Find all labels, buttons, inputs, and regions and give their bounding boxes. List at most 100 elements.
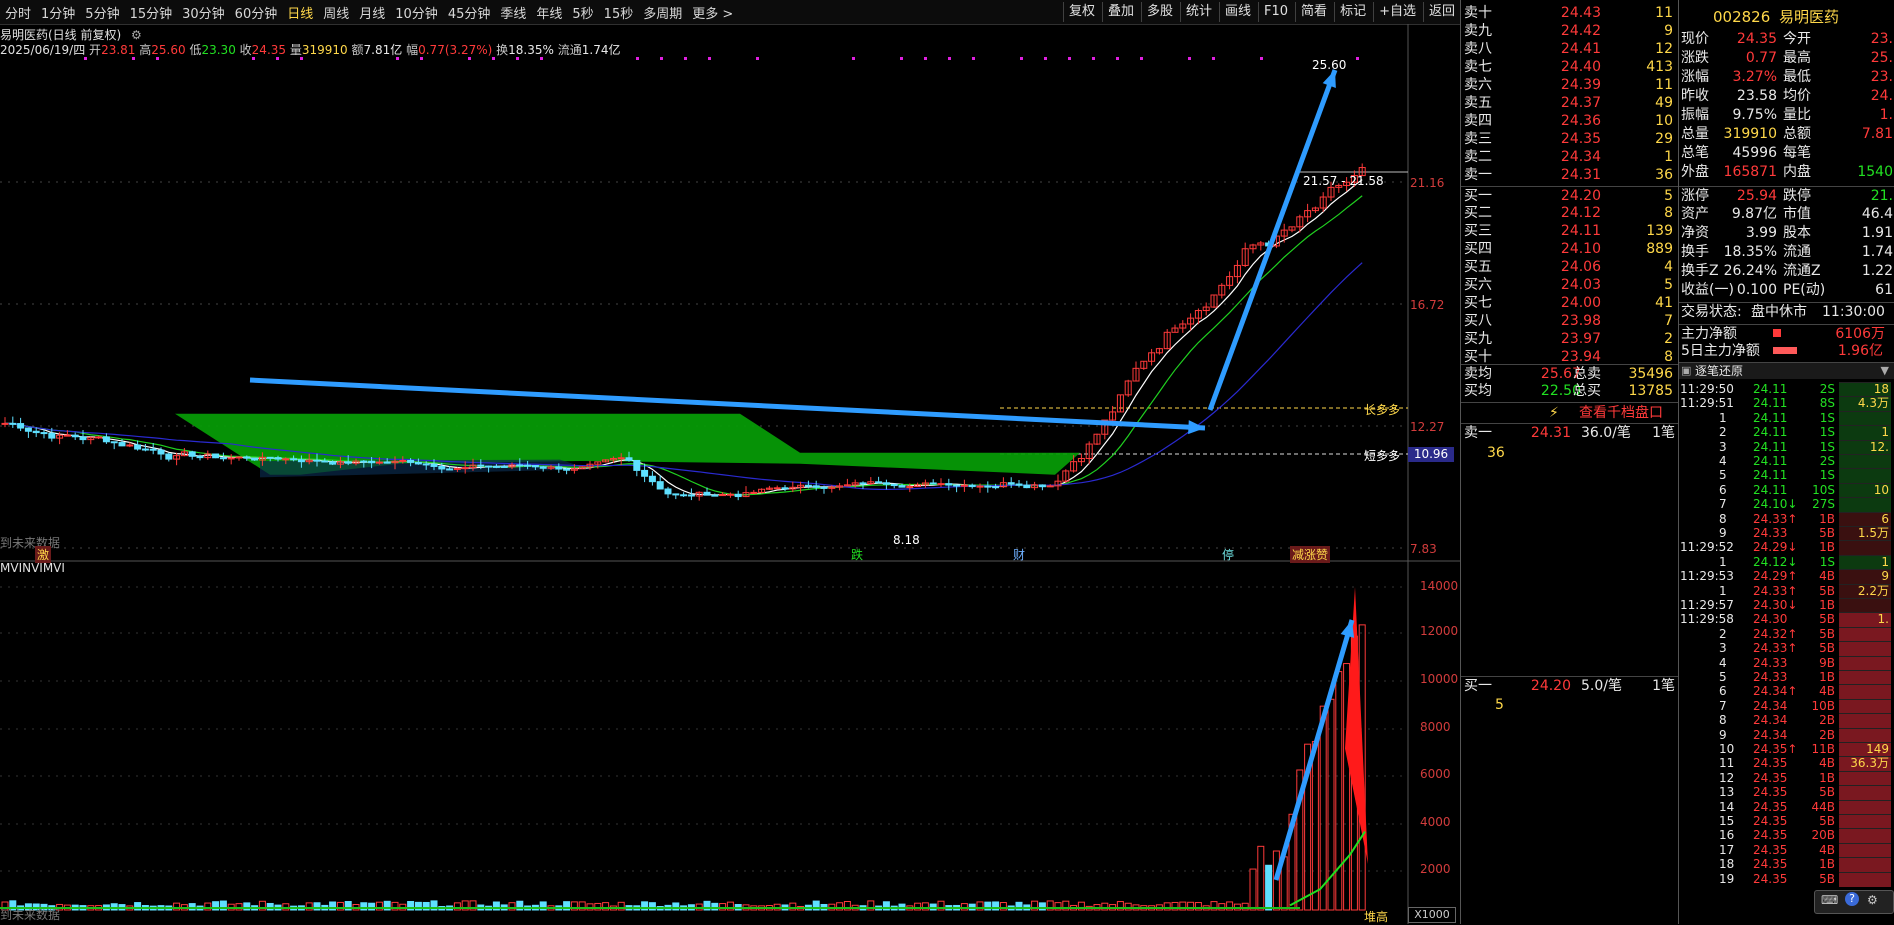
- vol-future-note: 到未来数据: [0, 906, 60, 923]
- tab-period-1[interactable]: 1分钟: [36, 3, 80, 22]
- tick-price: 24.11: [1753, 483, 1787, 497]
- tab-period-4[interactable]: 30分钟: [177, 3, 230, 22]
- ask-row[interactable]: 卖四 24.36 10: [1461, 112, 1679, 130]
- tab-period-5[interactable]: 60分钟: [230, 3, 283, 22]
- bid-price: 24.12: [1531, 204, 1601, 222]
- y-tick-2: 16.72: [1410, 298, 1444, 312]
- toolbar-button-0[interactable]: 复权: [1063, 2, 1100, 22]
- stat-row: 净资 3.99 股本 1.91: [1679, 224, 1894, 242]
- ask-row[interactable]: 卖三 24.35 29: [1461, 130, 1679, 148]
- tab-period-2[interactable]: 5分钟: [80, 3, 124, 22]
- tray-widget[interactable]: ⌨ ? ⚙: [1814, 890, 1894, 914]
- ask-row[interactable]: 卖二 24.34 1: [1461, 148, 1679, 166]
- tab-period-13[interactable]: 5秒: [567, 3, 598, 22]
- toolbar-button-4[interactable]: 画线: [1219, 2, 1256, 22]
- tick-time: 11:29:57: [1680, 598, 1734, 612]
- tick-vol: 5B: [1801, 612, 1835, 626]
- tick-time: 18: [1719, 857, 1734, 871]
- ask-row[interactable]: 卖十 24.43 11: [1461, 4, 1679, 22]
- stat-label-2: 总额: [1783, 125, 1811, 143]
- tab-period-10[interactable]: 45分钟: [443, 3, 496, 22]
- ask-row[interactable]: 卖七 24.40 413: [1461, 58, 1679, 76]
- tick-time: 7: [1719, 699, 1727, 713]
- toolbar-button-1[interactable]: 叠加: [1102, 2, 1139, 22]
- bid-row[interactable]: 买八 23.98 7: [1461, 312, 1679, 330]
- ask-vol: 413: [1646, 58, 1673, 76]
- tick-price: 24.12↓: [1753, 555, 1797, 569]
- keyboard-icon[interactable]: ⌨: [1821, 893, 1838, 907]
- depth-link-row[interactable]: ⚡ 查看千档盘口: [1461, 402, 1679, 424]
- ask-price: 24.34: [1531, 148, 1601, 166]
- tick-row: 17 24.35 4B: [1679, 843, 1894, 857]
- stat-label: 外盘: [1681, 163, 1709, 181]
- tab-period-8[interactable]: 月线: [354, 3, 390, 22]
- tick-row: 9 24.34 2B: [1679, 728, 1894, 742]
- tab-period-0[interactable]: 分时: [0, 3, 36, 22]
- tick-row: 11:29:52 24.29↓ 1B: [1679, 540, 1894, 554]
- chevron-down-icon[interactable]: ▼: [1881, 363, 1889, 379]
- tick-price: 24.35: [1753, 828, 1787, 842]
- bid-row[interactable]: 买二 24.12 8: [1461, 204, 1679, 222]
- ask-row[interactable]: 卖五 24.37 49: [1461, 94, 1679, 112]
- toolbar-button-6[interactable]: 简看: [1295, 2, 1332, 22]
- tick-vol: 2S: [1801, 454, 1835, 468]
- stat-row: 涨停 25.94 跌停 21.: [1679, 186, 1894, 205]
- ask-row[interactable]: 卖六 24.39 11: [1461, 76, 1679, 94]
- toolbar-button-8[interactable]: +自选: [1373, 2, 1421, 22]
- stat-row: 振幅 9.75% 量比 1.: [1679, 106, 1894, 124]
- bid-row[interactable]: 买五 24.06 4: [1461, 258, 1679, 276]
- toolbar-button-9[interactable]: 返回: [1423, 2, 1460, 22]
- tab-period-7[interactable]: 周线: [318, 3, 354, 22]
- bid-row[interactable]: 买三 24.11 139: [1461, 222, 1679, 240]
- stat-value-2: 1.74: [1862, 243, 1893, 261]
- tick-time: 10: [1719, 742, 1734, 756]
- stat-label: 总量: [1681, 125, 1709, 143]
- bid-label: 买五: [1464, 258, 1492, 276]
- toolbar-button-5[interactable]: F10: [1258, 2, 1293, 22]
- tick-price: 24.35: [1753, 771, 1787, 785]
- bid-row[interactable]: 买四 24.10 889: [1461, 240, 1679, 258]
- help-icon[interactable]: ?: [1845, 892, 1859, 906]
- bid-row[interactable]: 买九 23.97 2: [1461, 330, 1679, 348]
- bid-row[interactable]: 买七 24.00 41: [1461, 294, 1679, 312]
- toolbar-button-3[interactable]: 统计: [1180, 2, 1217, 22]
- tab-period-14[interactable]: 15秒: [599, 3, 639, 22]
- tab-period-3[interactable]: 15分钟: [125, 3, 178, 22]
- ticks-header[interactable]: ▣ 逐笔还原 ▼: [1679, 362, 1894, 379]
- settings-small-icon[interactable]: ⚙: [1867, 893, 1878, 907]
- bid-row[interactable]: 买一 24.20 5: [1461, 186, 1679, 205]
- ask-row[interactable]: 卖八 24.41 12: [1461, 40, 1679, 58]
- tab-period-12[interactable]: 年线: [531, 3, 567, 22]
- ask-row[interactable]: 卖一 24.31 36: [1461, 166, 1679, 184]
- tick-vol: 1B: [1801, 512, 1835, 526]
- bid1-detail-row: 买一 24.20 5.0/笔 1笔: [1461, 676, 1679, 695]
- tick-time: 3: [1719, 440, 1727, 454]
- tick-price: 24.35: [1753, 800, 1787, 814]
- tick-time: 11:29:58: [1680, 612, 1734, 626]
- toolbar-buttons: 复权 叠加 多股 统计 画线 F10 简看 标记 +自选 返回: [1061, 0, 1460, 24]
- tab-period-11[interactable]: 季线: [495, 3, 531, 22]
- tab-period-15[interactable]: 多周期: [638, 3, 687, 22]
- tick-time: 17: [1719, 843, 1734, 857]
- tick-vol: 1B: [1801, 771, 1835, 785]
- tab-period-9[interactable]: 10分钟: [390, 3, 443, 22]
- toolbar-button-2[interactable]: 多股: [1141, 2, 1178, 22]
- stat-row: 资产 9.87亿 市值 46.4: [1679, 205, 1894, 223]
- tick-time: 8: [1719, 512, 1727, 526]
- tick-time: 16: [1719, 828, 1734, 842]
- tick-time: 7: [1719, 497, 1727, 511]
- tab-period-16[interactable]: 更多 >: [687, 3, 738, 22]
- bid-row[interactable]: 买六 24.03 5: [1461, 276, 1679, 294]
- ask-row[interactable]: 卖九 24.42 9: [1461, 22, 1679, 40]
- tab-period-6[interactable]: 日线: [282, 3, 318, 22]
- tick-row: 1 24.12↓ 1S: [1679, 555, 1894, 569]
- tick-price: 24.33↑: [1753, 584, 1797, 598]
- tick-price: 24.32↑: [1753, 627, 1797, 641]
- tick-row: 7 24.34 10B: [1679, 699, 1894, 713]
- depth-link[interactable]: 查看千档盘口: [1579, 403, 1663, 423]
- ask-label: 卖四: [1464, 112, 1492, 130]
- toolbar-button-7[interactable]: 标记: [1334, 2, 1371, 22]
- kline-chart[interactable]: [0, 24, 1460, 924]
- avg-bid-label: 买均: [1464, 382, 1492, 400]
- tick-time: 11:29:53: [1680, 569, 1734, 583]
